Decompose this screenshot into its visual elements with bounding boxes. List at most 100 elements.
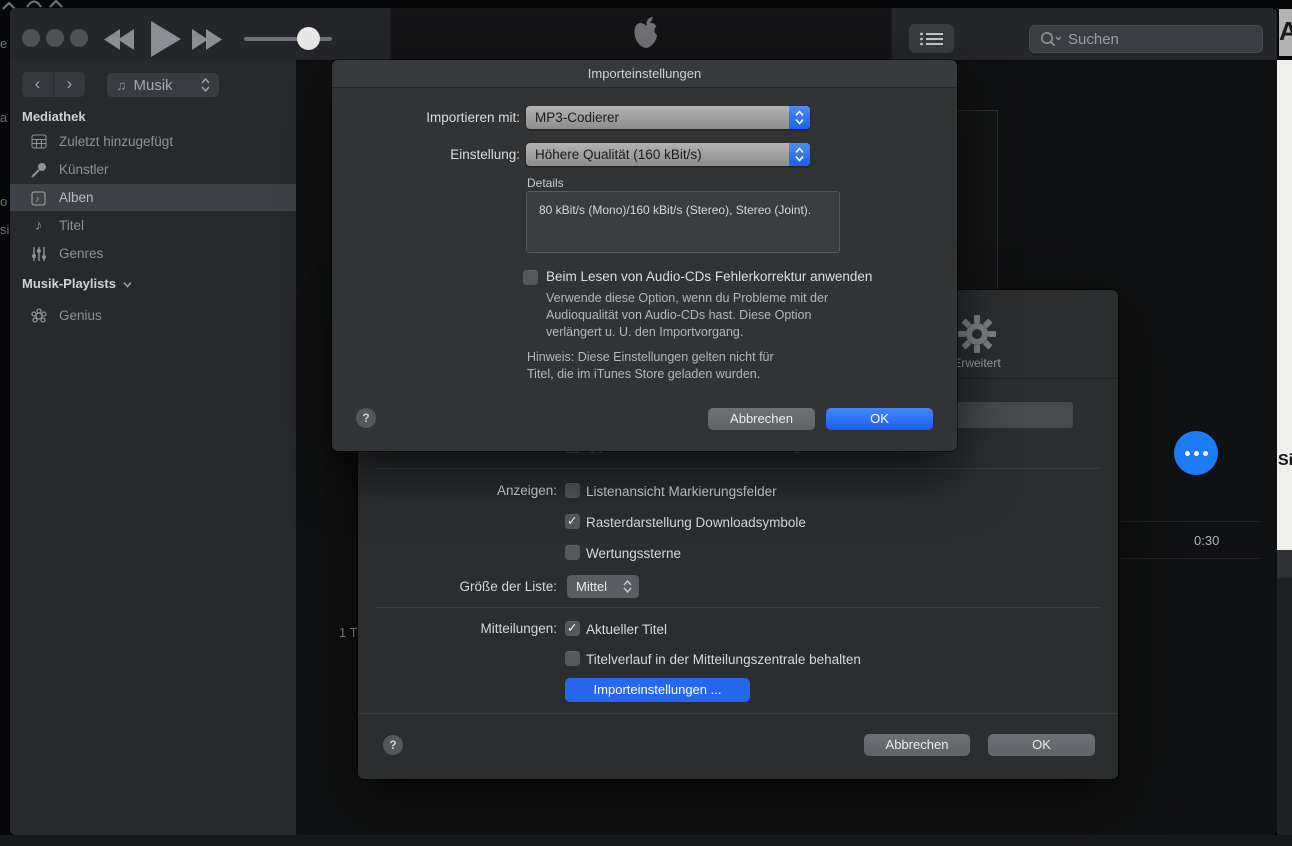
desktop-edge: [0, 835, 1292, 846]
play-button[interactable]: [149, 21, 181, 57]
checkbox-grid-download-icons[interactable]: [565, 514, 580, 529]
divider: [376, 607, 1100, 608]
sidebar-item-genius[interactable]: Genius: [10, 302, 296, 329]
album-icon: ♪: [30, 190, 47, 206]
background-window-curve-icon: [26, 0, 42, 8]
background-app-tab: A: [1279, 9, 1292, 56]
chevron-down-icon: [123, 281, 132, 288]
sidebar-item-albums[interactable]: ♪ Alben: [10, 184, 296, 211]
sidebar-item-label: Genres: [59, 246, 103, 261]
edge-text-fragment: si: [0, 222, 9, 237]
edge-text-fragment: e: [0, 36, 7, 51]
sidebar-item-label: Künstler: [59, 162, 109, 177]
sidebar-item-label: Genius: [59, 308, 102, 323]
screen: e a o si: [0, 0, 1292, 846]
sidebar-item-label: Titel: [59, 218, 84, 233]
stepper-icon: [789, 143, 810, 166]
edge-text-fragment: o: [0, 194, 7, 209]
track-duration: 0:30: [1194, 533, 1219, 548]
search-input[interactable]: Suchen: [1029, 25, 1263, 53]
window-zoom-button[interactable]: [70, 29, 88, 47]
stepper-icon: [201, 78, 210, 92]
previous-track-button[interactable]: [104, 29, 134, 50]
volume-slider-knob[interactable]: [297, 27, 320, 50]
checkbox-star-ratings[interactable]: [565, 545, 580, 560]
checkbox-current-song[interactable]: [565, 621, 580, 636]
help-button[interactable]: ?: [356, 408, 376, 428]
error-correction-description: Verwende diese Option, wenn du Probleme …: [546, 290, 828, 341]
row-divider: [1118, 558, 1260, 559]
ok-button[interactable]: OK: [988, 734, 1095, 756]
background-window-chevron-icon: [49, 0, 63, 8]
ok-button[interactable]: OK: [826, 408, 933, 430]
list-size-label: Größe der Liste:: [397, 579, 557, 594]
setting-value: Höhere Qualität (160 kBit/s): [535, 147, 702, 162]
library-selector[interactable]: ♫ Musik: [107, 73, 219, 97]
song-note-icon: ♪: [30, 217, 47, 234]
edge-text-fragment: a: [0, 110, 7, 125]
list-size-select[interactable]: Mittel: [567, 575, 639, 598]
gear-icon[interactable]: [957, 314, 997, 354]
divider: [358, 713, 1118, 714]
sidebar-item-songs[interactable]: ♪ Titel: [10, 212, 296, 239]
checkbox-keep-history[interactable]: [565, 651, 580, 666]
notifications-section-label: Mitteilungen:: [397, 621, 557, 636]
checkbox-label: Listenansicht Markierungsfelder: [586, 484, 777, 499]
genius-icon: [30, 308, 47, 324]
background-app-page: Si: [1277, 60, 1292, 550]
dialog-title: Importeinstellungen: [588, 66, 701, 81]
setting-select[interactable]: Höhere Qualität (160 kBit/s): [526, 143, 810, 166]
list-view-icon: [920, 32, 943, 46]
background-app-band: [1277, 550, 1292, 578]
background-app-text-fragment: Si: [1278, 452, 1292, 470]
nav-back-button[interactable]: ‹: [22, 72, 54, 97]
import-settings-dialog: Importeinstellungen Importieren mit: MP3…: [332, 60, 957, 451]
cancel-button[interactable]: Abbrechen: [708, 408, 815, 430]
search-placeholder: Suchen: [1068, 31, 1119, 48]
help-button[interactable]: ?: [383, 735, 403, 755]
details-text: 80 kBit/s (Mono)/160 kBit/s (Stereo), St…: [539, 203, 827, 217]
setting-label: Einstellung:: [370, 147, 520, 162]
checkbox-label: Wertungssterne: [586, 546, 681, 561]
stepper-icon: [623, 580, 632, 593]
import-with-label: Importieren mit:: [370, 110, 520, 125]
track-count-fragment: 1 T: [339, 625, 358, 640]
music-note-icon: ♫: [116, 77, 127, 93]
sidebar-item-genres[interactable]: Genres: [10, 240, 296, 267]
import-with-value: MP3-Codierer: [535, 110, 619, 125]
grid-icon: [30, 134, 47, 149]
nav-forward-button[interactable]: ›: [54, 72, 85, 97]
more-options-button[interactable]: [1174, 431, 1218, 475]
display-section-label: Anzeigen:: [397, 483, 557, 498]
window-minimize-button[interactable]: [46, 29, 64, 47]
sidebar-section-library: Mediathek: [22, 109, 86, 124]
list-size-value: Mittel: [576, 575, 623, 598]
sidebar: ‹ › ♫ Musik Mediathek Zuletzt hinzugefüg…: [10, 60, 296, 835]
library-selector-value: Musik: [134, 77, 202, 94]
sidebar-section-playlists[interactable]: Musik-Playlists: [22, 276, 132, 291]
view-switcher-button[interactable]: [909, 24, 954, 53]
row-divider: [1118, 521, 1260, 522]
window-close-button[interactable]: [22, 29, 40, 47]
details-label: Details: [527, 176, 564, 190]
import-with-select[interactable]: MP3-Codierer: [526, 106, 810, 129]
checkbox-list-view-checkmarks[interactable]: [565, 483, 580, 498]
sliders-icon: [30, 246, 47, 262]
sidebar-item-recently-added[interactable]: Zuletzt hinzugefügt: [10, 128, 296, 155]
sidebar-item-artists[interactable]: Künstler: [10, 156, 296, 183]
dialog-titlebar[interactable]: Importeinstellungen: [332, 60, 957, 88]
checkbox-error-correction[interactable]: [523, 270, 538, 285]
occluded-text-field[interactable]: [940, 402, 1073, 428]
next-track-button[interactable]: [192, 29, 222, 50]
background-app-band: [1277, 578, 1292, 846]
checkbox-label: Rasterdarstellung Downloadsymbole: [586, 515, 806, 530]
stepper-icon: [789, 106, 810, 129]
checkbox-label: Titelverlauf in der Mitteilungszentrale …: [586, 652, 861, 667]
import-settings-button[interactable]: Importeinstellungen ...: [565, 678, 750, 702]
svg-text:♪: ♪: [35, 194, 40, 204]
checkbox-label: Aktueller Titel: [586, 622, 667, 637]
cancel-button[interactable]: Abbrechen: [864, 734, 970, 756]
apple-logo-icon: [631, 15, 661, 53]
toolbar: Suchen: [10, 8, 1277, 61]
divider: [376, 468, 1100, 469]
